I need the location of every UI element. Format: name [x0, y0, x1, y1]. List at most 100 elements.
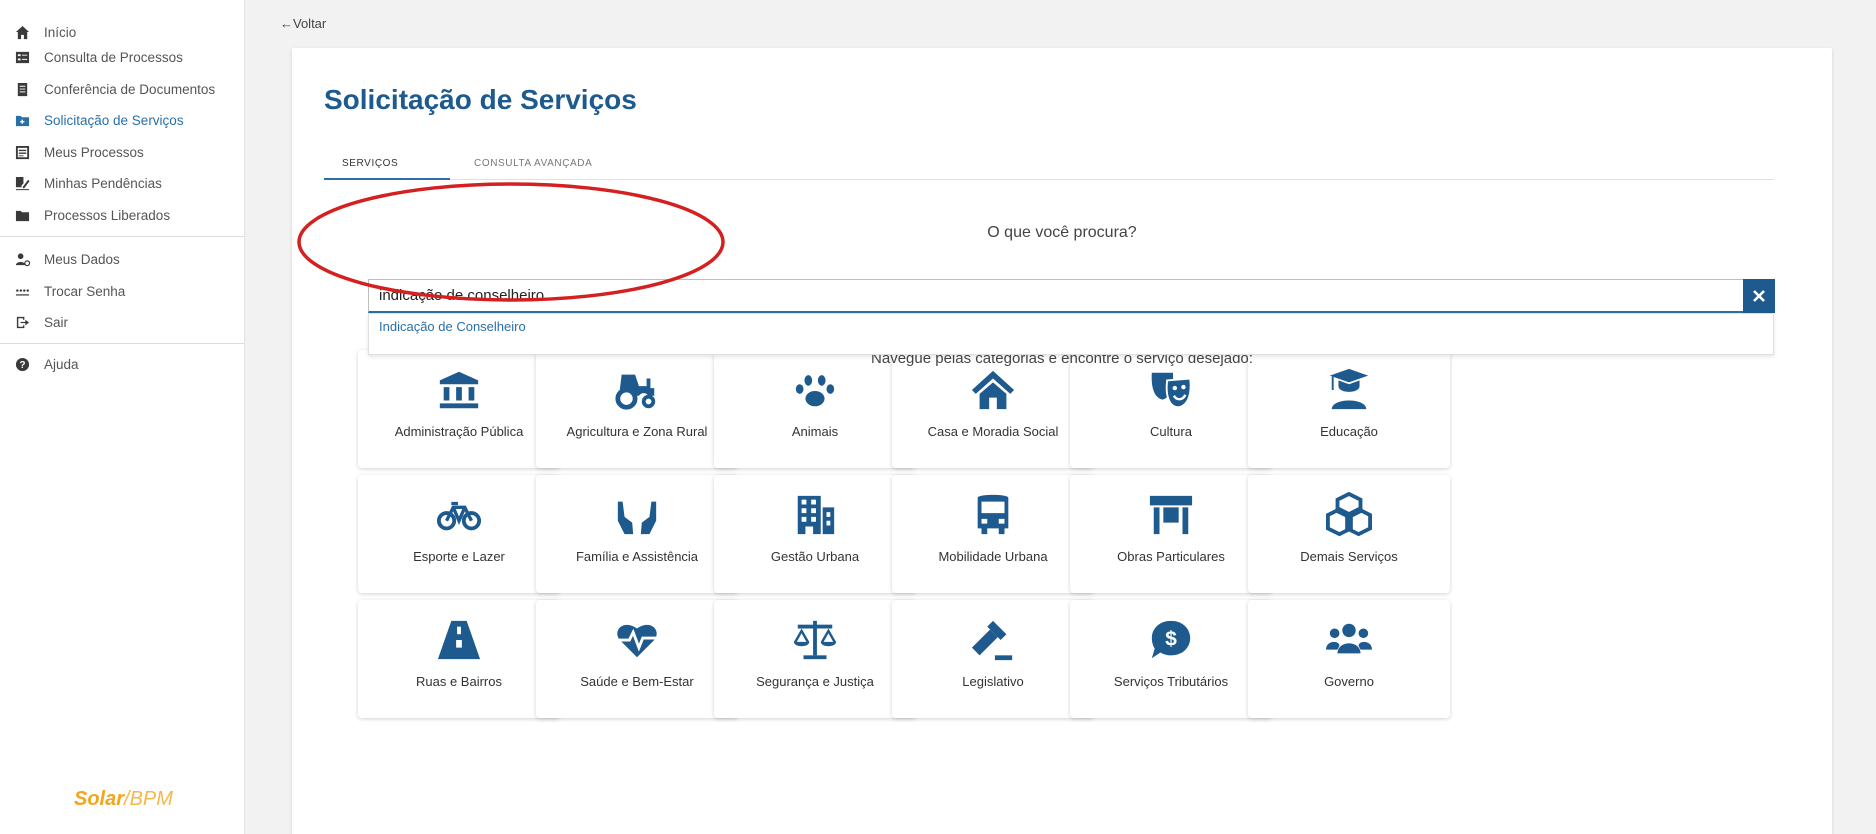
- password-icon: [14, 283, 30, 299]
- category-tile-obras-particulares[interactable]: Obras Particulares: [1070, 475, 1272, 593]
- search-box: [368, 279, 1775, 313]
- solar-logo-icon: [49, 794, 65, 808]
- category-tile-mobilidade-urbana[interactable]: Mobilidade Urbana: [892, 475, 1094, 593]
- category-label: Administração Pública: [394, 424, 524, 439]
- tabs-bar: SERVIÇOS CONSULTA AVANÇADA: [324, 148, 1774, 180]
- paw-icon: [714, 364, 916, 416]
- help-icon: ?: [14, 356, 30, 372]
- folder-icon: [14, 207, 30, 223]
- clear-search-button[interactable]: [1743, 279, 1775, 313]
- sidebar-item-label: Meus Dados: [44, 251, 120, 267]
- sidebar-item-label: Início: [44, 24, 77, 40]
- tab-consulta-avancada[interactable]: CONSULTA AVANÇADA: [474, 158, 592, 169]
- tab-active-indicator: [324, 178, 450, 180]
- road-icon: [358, 614, 560, 666]
- category-label: Família e Assistência: [575, 549, 699, 564]
- tab-servicos[interactable]: SERVIÇOS: [342, 158, 398, 169]
- store-icon: [1070, 489, 1272, 541]
- sidebar-item-consulta-processos[interactable]: Consulta de Processos: [0, 42, 245, 72]
- category-tile-animais[interactable]: Animais: [714, 350, 916, 468]
- sidebar-item-processos-liberados[interactable]: Processos Liberados: [0, 200, 245, 230]
- sidebar-item-label: Processos Liberados: [44, 207, 171, 223]
- main-card: Solicitação de Serviços SERVIÇOS CONSULT…: [292, 48, 1832, 834]
- category-label: Obras Particulares: [1117, 549, 1225, 564]
- category-tile-cultura[interactable]: Cultura: [1070, 350, 1272, 468]
- house-icon: [892, 364, 1094, 416]
- sidebar-item-solicitacao-servicos[interactable]: Solicitação de Serviços: [0, 105, 245, 135]
- category-tile-familia-assistencia[interactable]: Família e Assistência: [536, 475, 738, 593]
- bicycle-icon: [358, 489, 560, 541]
- category-tile-demais-servicos[interactable]: Demais Serviços: [1248, 475, 1450, 593]
- page-title: Solicitação de Serviços: [324, 84, 637, 115]
- hands-icon: [536, 489, 738, 541]
- category-tile-seguranca-justica[interactable]: Segurança e Justiça: [714, 600, 916, 718]
- category-label: Serviços Tributários: [1113, 674, 1229, 689]
- home-icon: [14, 24, 30, 40]
- tractor-icon: [536, 364, 738, 416]
- category-label: Segurança e Justiça: [756, 674, 874, 689]
- sidebar-item-label: Solicitação de Serviços: [44, 112, 184, 128]
- list-icon: [14, 144, 30, 160]
- sidebar-item-meus-processos[interactable]: Meus Processos: [0, 137, 245, 167]
- buildings-icon: [714, 489, 916, 541]
- category-label: Demais Serviços: [1300, 549, 1398, 564]
- folder-plus-icon: [14, 112, 30, 128]
- category-tile-servicos-tributarios[interactable]: $ Serviços Tributários: [1070, 600, 1272, 718]
- sidebar-item-label: Ajuda: [44, 356, 79, 372]
- logo-text-solar: Solar: [74, 788, 125, 810]
- sidebar-divider: [0, 236, 245, 237]
- back-link[interactable]: ←Voltar: [280, 16, 326, 31]
- gavel-icon: [892, 614, 1094, 666]
- category-label: Educação: [1320, 424, 1378, 439]
- signature-icon: [14, 175, 30, 191]
- sidebar-item-sair[interactable]: Sair: [0, 307, 245, 337]
- sidebar-item-label: Sair: [44, 314, 69, 330]
- category-tile-esporte-lazer[interactable]: Esporte e Lazer: [358, 475, 560, 593]
- logo-text-bpm: /BPM: [124, 788, 173, 810]
- search-input[interactable]: [369, 280, 1729, 310]
- money-bubble-icon: $: [1070, 614, 1272, 666]
- bus-icon: [892, 489, 1094, 541]
- close-icon: [1753, 290, 1765, 302]
- category-tile-legislativo[interactable]: Legislativo: [892, 600, 1094, 718]
- sidebar-item-meus-dados[interactable]: Meus Dados: [0, 244, 245, 274]
- category-label: Legislativo: [962, 674, 1024, 689]
- svg-text:?: ?: [19, 360, 25, 371]
- sidebar-item-minhas-pendencias[interactable]: Minhas Pendências: [0, 168, 245, 198]
- sidebar: Início Consulta de Processos Conferência…: [0, 0, 245, 834]
- sidebar-item-label: Conferência de Documentos: [44, 81, 216, 97]
- category-label: Agricultura e Zona Rural: [566, 424, 708, 439]
- category-label: Saúde e Bem-Estar: [580, 674, 694, 689]
- category-tile-ruas-bairros[interactable]: Ruas e Bairros: [358, 600, 560, 718]
- autocomplete-dropdown: Indicação de Conselheiro: [368, 313, 1774, 355]
- sidebar-item-label: Consulta de Processos: [44, 49, 183, 65]
- solar-bpm-logo: Solar/BPM: [48, 788, 173, 811]
- sidebar-item-label: Meus Processos: [44, 144, 144, 160]
- sidebar-item-conferencia-documentos[interactable]: Conferência de Documentos: [0, 74, 245, 104]
- heartbeat-icon: [536, 614, 738, 666]
- landmark-icon: [358, 364, 560, 416]
- sidebar-item-trocar-senha[interactable]: Trocar Senha: [0, 276, 245, 306]
- category-tile-casa-moradia[interactable]: Casa e Moradia Social: [892, 350, 1094, 468]
- category-tile-saude-bem-estar[interactable]: Saúde e Bem-Estar: [536, 600, 738, 718]
- sidebar-item-ajuda[interactable]: ? Ajuda: [0, 349, 245, 379]
- autocomplete-option[interactable]: Indicação de Conselheiro: [379, 319, 526, 334]
- category-label: Cultura: [1150, 424, 1192, 439]
- category-label: Casa e Moradia Social: [927, 424, 1059, 439]
- category-tile-administracao-publica[interactable]: Administração Pública: [358, 350, 560, 468]
- category-tile-educacao[interactable]: Educação: [1248, 350, 1450, 468]
- category-label: Esporte e Lazer: [413, 549, 505, 564]
- scales-icon: [714, 614, 916, 666]
- category-tile-agricultura[interactable]: Agricultura e Zona Rural: [536, 350, 738, 468]
- category-label: Animais: [791, 424, 839, 439]
- users-icon: [1248, 614, 1450, 666]
- category-tile-governo[interactable]: Governo: [1248, 600, 1450, 718]
- theater-masks-icon: [1070, 364, 1272, 416]
- logout-icon: [14, 314, 30, 330]
- teacher-icon: [1248, 364, 1450, 416]
- category-label: Ruas e Bairros: [416, 674, 502, 689]
- document-icon: [14, 81, 30, 97]
- category-tile-gestao-urbana[interactable]: Gestão Urbana: [714, 475, 916, 593]
- list-box-icon: [14, 49, 30, 65]
- sidebar-item-label: Trocar Senha: [44, 283, 126, 299]
